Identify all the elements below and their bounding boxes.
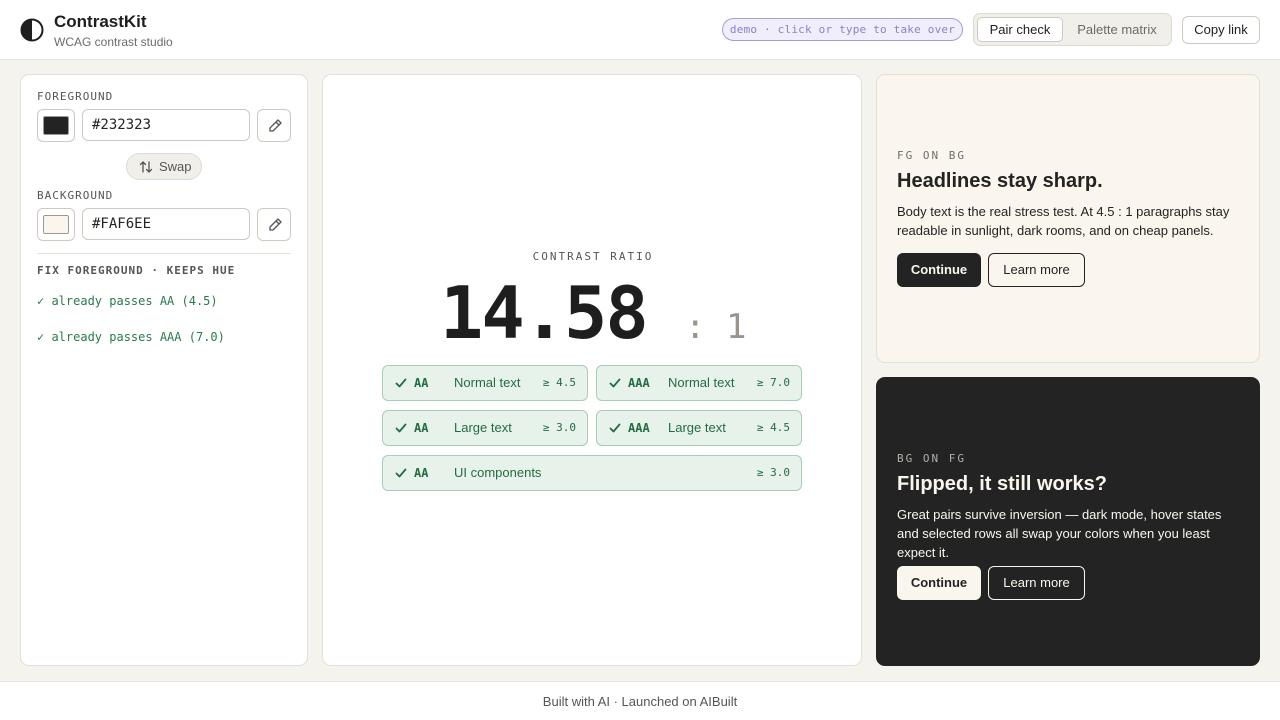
contrast-ratio-label: CONTRAST RATIO (532, 250, 654, 263)
swap-label: Swap (159, 159, 192, 174)
check-threshold: ≥ 3.0 (542, 421, 576, 434)
section-divider (37, 253, 291, 254)
copy-link-button[interactable]: Copy link (1182, 16, 1260, 44)
contrast-ratio-suffix: : 1 (685, 307, 747, 347)
check-aaa-normal: AAA Normal text ≥ 7.0 (596, 365, 802, 401)
check-icon (395, 378, 407, 388)
foreground-eyedropper-button[interactable] (257, 109, 291, 142)
foreground-swatch[interactable] (37, 109, 75, 142)
check-label: Large text (454, 420, 512, 435)
preview-learn-more-button[interactable]: Learn more (988, 253, 1085, 287)
check-threshold: ≥ 3.0 (756, 466, 790, 479)
eyedropper-icon (269, 218, 282, 231)
app-title: ContrastKit (54, 12, 147, 31)
footer: Built with AI · Launched on AIBuilt (0, 681, 1280, 720)
demo-mode-pill[interactable]: demo · click or type to take over (722, 18, 963, 41)
fix-status-aa: ✓ already passes AA (4.5) (37, 294, 218, 308)
app-subtitle: WCAG contrast studio (54, 35, 173, 49)
preview-body: Great pairs survive inversion — dark mod… (897, 507, 1222, 560)
swap-button[interactable]: Swap (126, 153, 202, 180)
background-hex-input[interactable]: #FAF6EE (82, 208, 250, 240)
check-aa-ui-components: AA UI components ≥ 3.0 (382, 455, 802, 491)
check-level: AAA (628, 421, 650, 435)
color-inputs-panel: FOREGROUND #232323 Swap BACKGROUND #FAF6… (20, 74, 308, 666)
preview-fg-on-bg: FG ON BG Headlines stay sharp. Body text… (876, 74, 1260, 363)
check-aa-large: AA Large text ≥ 3.0 (382, 410, 588, 446)
check-level: AA (414, 466, 429, 480)
background-swatch[interactable] (37, 208, 75, 241)
preview-label: FG ON BG (897, 149, 966, 162)
background-color-chip (43, 215, 69, 234)
check-threshold: ≥ 7.0 (756, 376, 790, 389)
check-icon (609, 423, 621, 433)
contrast-ratio-value: 14.58 (440, 271, 649, 355)
foreground-label: FOREGROUND (37, 90, 114, 103)
preview-continue-button[interactable]: Continue (897, 566, 981, 600)
fix-foreground-heading: FIX FOREGROUND · KEEPS HUE (37, 264, 236, 277)
check-icon (609, 378, 621, 388)
mode-switcher: Pair check Palette matrix (973, 13, 1172, 46)
preview-learn-more-button[interactable]: Learn more (988, 566, 1085, 600)
foreground-hex-input[interactable]: #232323 (82, 109, 250, 141)
preview-title: Flipped, it still works? (897, 473, 1108, 495)
preview-body: Body text is the real stress test. At 4.… (897, 204, 1230, 238)
fix-status-aaa: ✓ already passes AAA (7.0) (37, 330, 225, 344)
contrast-result-panel: CONTRAST RATIO 14.58 : 1 AA Normal text … (322, 74, 862, 666)
swap-icon (139, 161, 153, 173)
eyedropper-icon (269, 119, 282, 132)
check-label: UI components (454, 465, 542, 480)
check-icon (395, 423, 407, 433)
tab-pair-check[interactable]: Pair check (977, 17, 1063, 42)
check-icon (395, 468, 407, 478)
app-header: ContrastKit WCAG contrast studio demo · … (0, 0, 1280, 60)
check-level: AAA (628, 376, 650, 390)
preview-label: BG ON FG (897, 452, 966, 465)
background-label: BACKGROUND (37, 189, 114, 202)
preview-bg-on-fg: BG ON FG Flipped, it still works? Great … (876, 377, 1260, 666)
check-label: Normal text (454, 375, 521, 390)
check-label: Large text (668, 420, 726, 435)
check-level: AA (414, 421, 429, 435)
preview-title: Headlines stay sharp. (897, 170, 1103, 192)
check-threshold: ≥ 4.5 (542, 376, 576, 389)
check-aaa-large: AAA Large text ≥ 4.5 (596, 410, 802, 446)
check-aa-normal: AA Normal text ≥ 4.5 (382, 365, 588, 401)
background-eyedropper-button[interactable] (257, 208, 291, 241)
foreground-color-chip (43, 116, 69, 135)
check-label: Normal text (668, 375, 735, 390)
tab-palette-matrix[interactable]: Palette matrix (1066, 17, 1168, 42)
check-level: AA (414, 376, 429, 390)
contrast-logo-icon (20, 18, 44, 42)
preview-continue-button[interactable]: Continue (897, 253, 981, 287)
check-threshold: ≥ 4.5 (756, 421, 790, 434)
